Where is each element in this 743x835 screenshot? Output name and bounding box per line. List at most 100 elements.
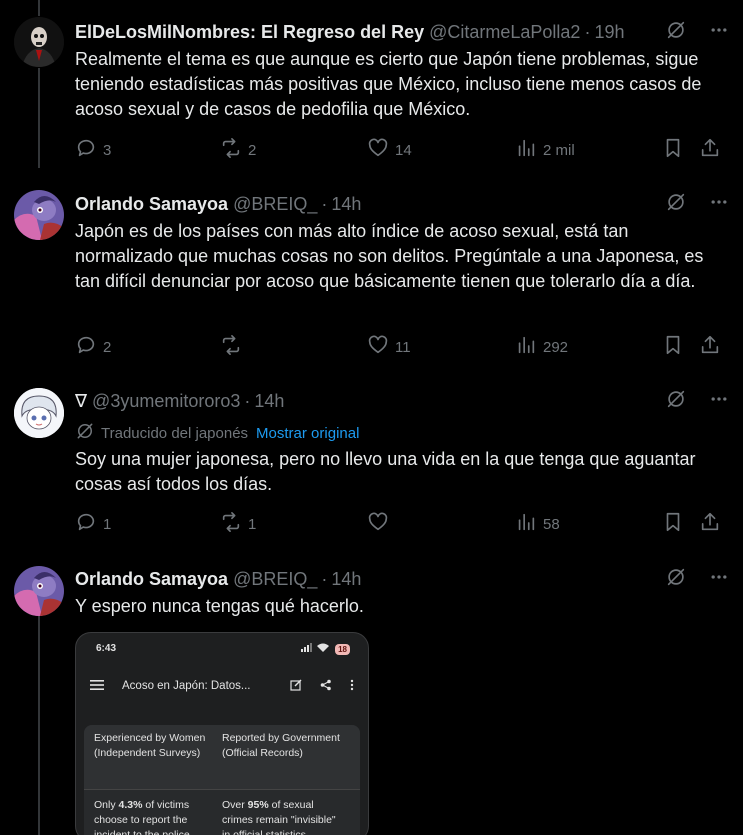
views-button[interactable]: 58 [515,511,560,537]
tweet-text: Realmente el tema es que aunque es ciert… [75,49,702,119]
tweet[interactable]: ElDeLosMilNombres: El Regreso del Rey @C… [0,0,743,185]
tweet-header: ∇ @3yumemitororo3 · 14h [75,390,729,412]
cell-text: Only [94,799,119,811]
bookmark-button[interactable] [662,511,684,537]
retweet-icon [220,511,242,537]
avatar[interactable] [14,190,64,240]
view-count: 58 [543,515,560,533]
show-original-link[interactable]: Mostrar original [256,425,359,442]
phone-status-time: 6:43 [96,643,117,654]
attached-image[interactable]: 6:43 18 Acoso en Japón: Datos... Experie… [75,632,369,835]
display-name[interactable]: Orlando Samayoa [75,194,228,215]
more-options-icon[interactable] [709,567,729,592]
signal-icon [301,643,313,655]
tweet-header: Orlando Samayoa @BREIQ_ · 14h [75,568,729,590]
translation-notice: Traducido del japonés Mostrar original [75,421,359,445]
views-button[interactable]: 292 [515,334,568,360]
bookmark-button[interactable] [662,334,684,360]
heart-icon [367,137,389,163]
like-count: 11 [395,338,411,356]
reply-button[interactable]: 3 [75,137,111,163]
separator-dot: · [321,193,328,214]
bookmark-icon [662,511,684,537]
reply-icon [75,334,97,360]
reply-count: 1 [103,515,112,533]
cell-text: Over [222,799,248,811]
share-icon [699,137,721,163]
avatar[interactable] [14,566,64,616]
like-button[interactable]: 14 [367,137,412,163]
retweet-button[interactable]: 1 [220,511,256,537]
view-count: 2 mil [543,141,575,159]
share-button[interactable] [699,511,721,537]
tweet-header: ElDeLosMilNombres: El Regreso del Rey @C… [75,21,729,43]
views-button[interactable]: 2 mil [515,137,575,163]
tweet-text: Y espero nunca tengas qué hacerlo. [75,596,364,616]
retweet-button[interactable]: 2 [220,137,256,163]
battery-badge: 18 [335,643,350,655]
table-cell: Over 95% of sexual crimes remain "invisi… [222,798,350,835]
retweet-count: 1 [248,515,257,533]
table-row: Only 4.3% of victims choose to report th… [84,789,360,835]
edit-icon [290,679,302,694]
wifi-icon [317,643,330,655]
share-button[interactable] [699,334,721,360]
timestamp[interactable]: 14h [254,391,284,412]
cell-highlight: 95% [247,799,269,811]
user-handle[interactable]: @CitarmeLaPolla2 [429,22,580,43]
more-options-icon[interactable] [709,20,729,45]
translated-label: Traducido del japonés [101,424,249,442]
share-icon [699,334,721,360]
user-handle[interactable]: @3yumemitororo3 [92,391,240,412]
separator-dot: · [321,568,328,589]
views-icon [515,511,537,537]
user-handle[interactable]: @BREIQ_ [233,569,317,590]
retweet-button[interactable] [220,334,248,360]
share-button[interactable] [699,137,721,163]
like-button[interactable] [367,511,395,537]
avatar[interactable] [14,17,64,67]
retweet-icon [220,334,242,360]
share-icon [320,679,332,694]
tweet[interactable]: Orlando Samayoa @BREIQ_ · 14h Japón es d… [0,185,743,382]
translate-icon [75,421,95,445]
separator-dot: · [584,21,591,42]
like-count: 14 [395,141,412,159]
phone-status-bar: 6:43 18 [96,643,350,655]
tweet-actions: 3 2 14 2 mil [75,137,721,163]
avatar[interactable] [14,388,64,438]
bookmark-icon [662,334,684,360]
view-count: 292 [543,338,569,356]
bookmark-icon [662,137,684,163]
display-name[interactable]: ∇ [75,391,87,412]
tweet[interactable]: ∇ @3yumemitororo3 · 14h Traducido del ja… [0,382,743,560]
table-header-cell: Reported by Government (Official Records… [222,732,340,759]
reply-button[interactable]: 1 [75,511,111,537]
display-name[interactable]: ElDeLosMilNombres: El Regreso del Rey [75,22,424,43]
timestamp[interactable]: 14h [331,569,361,590]
tweet-text: Soy una mujer japonesa, pero no llevo un… [75,449,696,494]
tweet-actions: 1 1 58 [75,511,721,537]
user-handle[interactable]: @BREIQ_ [233,194,317,215]
grok-icon[interactable] [665,388,687,415]
more-options-icon[interactable] [709,389,729,414]
grok-icon[interactable] [665,191,687,218]
grok-icon[interactable] [665,566,687,593]
display-name[interactable]: Orlando Samayoa [75,569,228,590]
bookmark-button[interactable] [662,137,684,163]
like-button[interactable]: 11 [367,334,411,360]
separator-dot: · [244,390,251,411]
views-icon [515,137,537,163]
reply-button[interactable]: 2 [75,334,111,360]
more-options-icon[interactable] [709,192,729,217]
timestamp[interactable]: 19h [594,22,624,43]
grok-icon[interactable] [665,19,687,46]
reply-count: 3 [103,141,112,159]
reply-icon [75,511,97,537]
phone-doc-title: Acoso en Japón: Datos... [122,680,251,692]
table-header-row: Experienced by Women (Independent Survey… [84,725,360,789]
phone-data-table: Experienced by Women (Independent Survey… [84,725,360,835]
table-cell: Only 4.3% of victims choose to report th… [94,798,222,835]
timestamp[interactable]: 14h [331,194,361,215]
heart-icon [367,511,389,537]
